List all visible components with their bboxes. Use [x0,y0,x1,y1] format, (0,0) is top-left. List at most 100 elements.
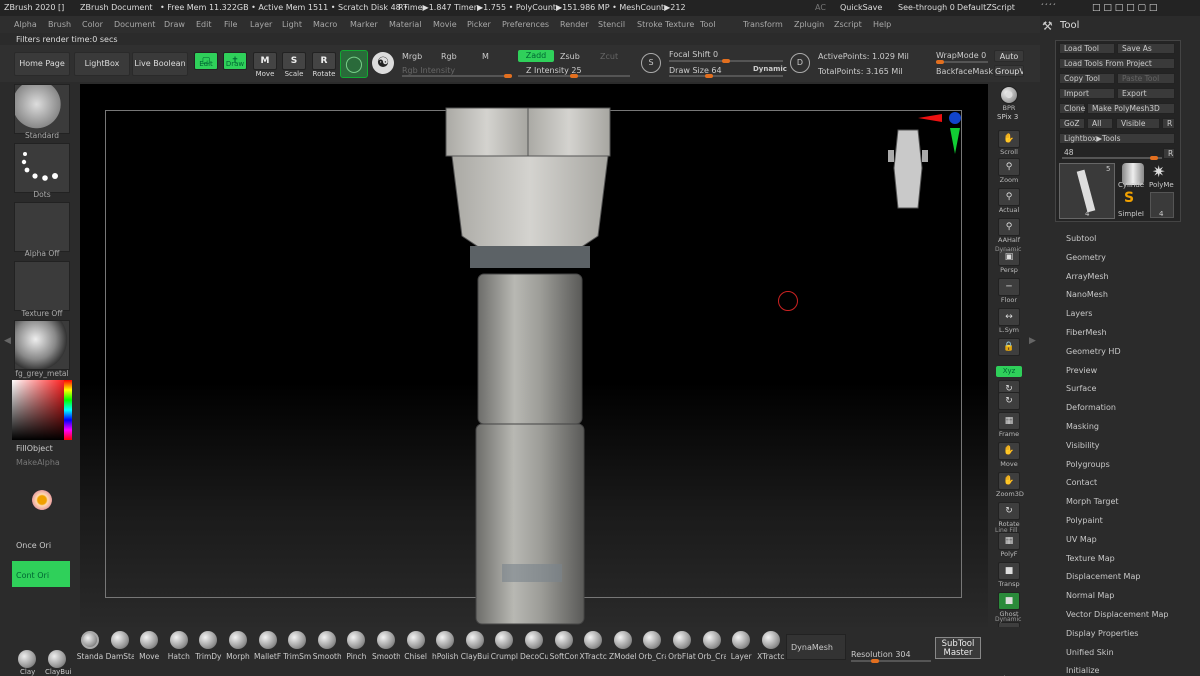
rightshelf-polyf[interactable]: ▦ PolyF [996,532,1022,558]
subpalette-polygroups[interactable]: Polygroups [1066,460,1110,469]
subpalette-visibility[interactable]: Visibility [1066,441,1100,450]
subpalette-displacement-map[interactable]: Displacement Map [1066,572,1140,581]
wrapmode-track[interactable] [936,60,988,64]
cont-ori-button[interactable]: Cont Ori [12,561,70,587]
brush-17[interactable]: XTractc [579,631,607,661]
rightshelf-scroll[interactable]: ✋ Scroll [996,130,1022,156]
rightshelf-zoom3d[interactable]: ✋ Zoom3D [996,472,1024,498]
brush-11[interactable]: Chisel [402,631,430,661]
subpalette-surface[interactable]: Surface [1066,384,1096,393]
subpalette-texture-map[interactable]: Texture Map [1066,554,1115,563]
resolution-slider[interactable]: Resolution 304 [851,650,911,659]
backfacemask-button[interactable]: BackfaceMask [936,67,993,76]
export-button[interactable]: Export [1117,88,1175,99]
menu-picker[interactable]: Picker [467,20,491,29]
all-button[interactable]: All [1087,118,1113,129]
dynamic-button[interactable]: Dynamic [753,65,787,73]
draw-size-slider[interactable]: Draw Size 64 [669,66,722,75]
live-boolean-button[interactable]: Live Boolean [132,52,188,76]
edit-mode-button[interactable]: ▢ Edit [193,52,219,78]
brush-0[interactable]: Standa [76,631,104,661]
subpalette-nanomesh[interactable]: NanoMesh [1066,290,1108,299]
visible-button[interactable]: Visible [1116,118,1160,129]
once-ori-button[interactable]: Once Ori [16,541,51,550]
brush-22[interactable]: Layer [727,631,755,661]
menu-tool[interactable]: Tool [700,20,716,29]
brush-2[interactable]: Move [135,631,163,661]
ui-layout-glyphs[interactable]: ´´´´ [1040,3,1056,12]
column-model[interactable] [440,106,620,626]
material-thumb[interactable] [14,320,70,370]
brush-14[interactable]: Crumpl [490,631,518,661]
zsub-button[interactable]: Zsub [560,52,580,61]
brush-21[interactable]: Orb_Cra [698,631,726,661]
draw-size-track[interactable] [669,74,783,78]
ui-layout-icons[interactable]: □ □ □ □ ▢ □ [1092,3,1157,13]
subpalette-arraymesh[interactable]: ArrayMesh [1066,272,1109,281]
tool-slider-r-button[interactable]: R [1163,148,1175,159]
color-picker[interactable] [12,380,72,440]
r-button[interactable]: R [1162,118,1175,129]
brush-16[interactable]: SoftCon [550,631,578,661]
m-button[interactable]: M [482,52,489,61]
subpalette-morph-target[interactable]: Morph Target [1066,497,1119,506]
menu-layer[interactable]: Layer [250,20,272,29]
subpalette-vector-displacement-map[interactable]: Vector Displacement Map [1066,610,1168,619]
brush-13[interactable]: ClayBui [461,631,489,661]
orientation-gizmo[interactable] [880,108,962,212]
brush-10[interactable]: Smooth [372,631,400,661]
load-tool-button[interactable]: Load Tool [1059,43,1115,54]
make-polymesh-button[interactable]: Make PolyMesh3D [1087,103,1175,114]
save-as-button[interactable]: Save As [1117,43,1175,54]
rgb-intensity-slider[interactable]: Rgb Intensity [402,66,455,75]
see-through-slider[interactable]: See-through 0 [898,3,955,12]
menu-material[interactable]: Material [389,20,422,29]
wrapmode-slider[interactable]: WrapMode 0 [936,51,986,60]
subpalette-uv-map[interactable]: UV Map [1066,535,1097,544]
right-collapse-arrow[interactable]: ▶ [1029,336,1036,346]
subpalette-unified-skin[interactable]: Unified Skin [1066,648,1114,657]
rightshelf-rotate[interactable]: ↻ Rotate [996,502,1022,528]
quicksave-button[interactable]: QuickSave [840,3,882,12]
brush-6[interactable]: MalletF [254,631,282,661]
rgb-intensity-track[interactable] [402,74,512,78]
focal-shift-slider[interactable]: Focal Shift 0 [669,50,718,59]
menu-stroke[interactable]: Stroke [637,20,663,29]
menu-movie[interactable]: Movie [433,20,457,29]
load-from-project-button[interactable]: Load Tools From Project [1059,58,1175,69]
texture-thumb[interactable] [14,261,70,311]
menu-zplugin[interactable]: Zplugin [794,20,824,29]
tool-slider[interactable] [1062,156,1162,160]
paste-tool-button[interactable]: Paste Tool [1117,73,1175,84]
stroke-dots-thumb[interactable] [14,143,70,193]
rightshelf-move[interactable]: ✋ Move [996,442,1022,468]
brush-5[interactable]: Morph [224,631,252,661]
brush-23[interactable]: XTractc [757,631,785,661]
move-mode-button[interactable]: M Move [252,52,278,78]
menu-file[interactable]: File [224,20,237,29]
rightshelf-ghost[interactable]: ■ Ghost [996,592,1022,618]
rightshelf-transp[interactable]: ■ Transp [996,562,1022,588]
mrgb-button[interactable]: Mrgb [402,52,422,61]
groups-visible-button[interactable]: GroupV [994,65,1024,77]
menu-macro[interactable]: Macro [313,20,337,29]
make-alpha-button[interactable]: MakeAlpha [16,458,60,467]
brush-18[interactable]: ZModel [609,631,637,661]
subpalette-layers[interactable]: Layers [1066,309,1092,318]
z-intensity-track[interactable] [518,74,630,78]
rightshelf-actual[interactable]: ⚲ Actual [996,188,1022,214]
menu-transform[interactable]: Transform [743,20,783,29]
rightshelf-frame[interactable]: ▦ Frame [996,412,1022,438]
menu-alpha[interactable]: Alpha [14,20,37,29]
subtool-master-button[interactable]: SubTool Master [935,637,981,659]
standard-brush-thumb[interactable] [14,84,70,134]
copy-tool-button[interactable]: Copy Tool [1059,73,1115,84]
rotate-mode-button[interactable]: R Rotate [311,52,337,78]
draw-mode-button[interactable]: ✝ Draw [222,52,248,78]
left-collapse-arrow[interactable]: ◀ [4,336,11,346]
rightshelf-rotate-axis-9[interactable]: 🔒 [996,338,1022,364]
subpalette-initialize[interactable]: Initialize [1066,666,1099,675]
brush-8[interactable]: Smooth [313,631,341,661]
subpalette-display-properties[interactable]: Display Properties [1066,629,1138,638]
xyz-symmetry-button[interactable]: Xyz [996,366,1022,377]
